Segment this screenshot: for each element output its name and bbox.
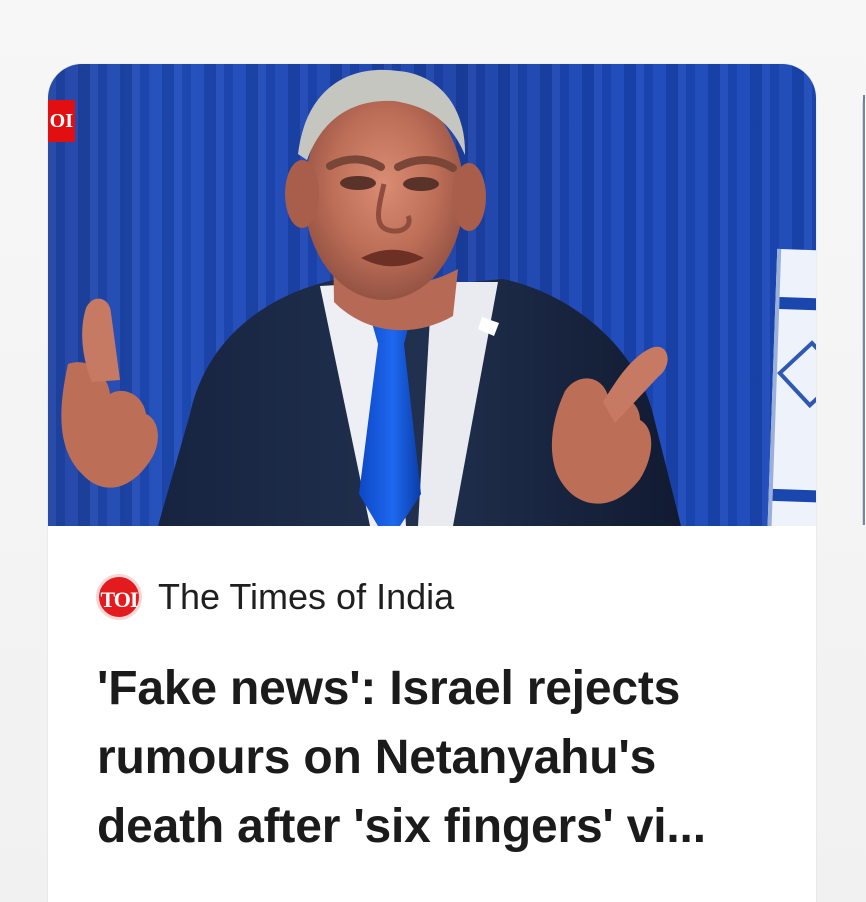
news-feed-page: OI TOI The Times of India 'Fake news': I… [0,0,866,902]
right-eye [403,177,439,191]
left-ear [285,160,319,228]
article-headline[interactable]: 'Fake news': Israel rejects rumours on N… [97,654,787,861]
left-index-finger [82,298,120,382]
right-ear [452,163,486,231]
left-hand [61,362,158,488]
news-card[interactable]: OI TOI The Times of India 'Fake news': I… [48,64,816,902]
times-of-india-logo-icon: TOI [96,574,142,620]
left-eye [340,176,376,190]
article-image[interactable]: OI [48,64,816,526]
source-row[interactable]: TOI The Times of India [96,572,454,622]
toi-corner-badge-icon: OI [48,100,75,142]
source-name[interactable]: The Times of India [158,576,454,618]
speaking-man-image [61,69,681,526]
next-news-card-edge[interactable] [862,95,866,525]
